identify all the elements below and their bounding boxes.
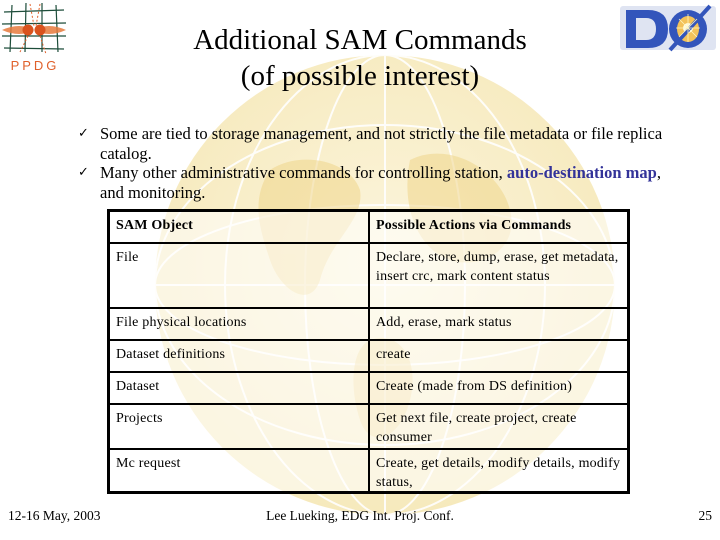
bullet-list: ✓ Some are tied to storage management, a… (78, 124, 688, 202)
table-cell-object: File physical locations (110, 309, 370, 341)
table-cell-object: Dataset (110, 373, 370, 405)
footer-author: Lee Lueking, EDG Int. Proj. Conf. (266, 508, 454, 523)
slide-title: Additional SAM Commands (of possible int… (100, 22, 620, 94)
title-line-1: Additional SAM Commands (193, 24, 527, 56)
title-line-2: (of possible interest) (240, 60, 480, 92)
table-cell-actions: Declare, store, dump, erase, get metadat… (370, 244, 627, 309)
highlight-link-auto-destination-map: auto-destination map (506, 163, 657, 182)
table-cell-actions: Create, get details, modify details, mod… (376, 456, 621, 490)
table-cell-object: Projects (110, 405, 370, 450)
table-header-sam-object: SAM Object (110, 212, 370, 244)
bullet-item: ✓ Many other administrative commands for… (78, 163, 688, 202)
sam-commands-table: SAM Object Possible Actions via Commands… (107, 209, 630, 494)
table-header-possible-actions: Possible Actions via Commands (370, 212, 627, 244)
check-icon: ✓ (78, 126, 89, 141)
d0-logo (620, 4, 716, 52)
check-icon: ✓ (78, 165, 89, 180)
table-cell-actions: create (370, 341, 627, 373)
table-cell-actions: Add, erase, mark status (370, 309, 627, 341)
table-cell-object: Mc request (110, 450, 370, 492)
ppdg-logo: PPDG (1, 2, 67, 73)
table-cell-object: Dataset definitions (110, 341, 370, 373)
bullet-text: Some are tied to storage management, and… (100, 124, 663, 163)
page-number: 25 (698, 508, 713, 523)
table-cell-object: File (110, 244, 370, 309)
table-cell-actions: Create (made from DS definition) (370, 373, 627, 405)
bullet-item: ✓ Some are tied to storage management, a… (78, 124, 688, 163)
table-cell-actions: Get next file, create project, create co… (370, 405, 627, 450)
ppdg-logo-text: PPDG (11, 58, 60, 73)
bullet-text-before: Many other administrative commands for c… (100, 163, 507, 182)
